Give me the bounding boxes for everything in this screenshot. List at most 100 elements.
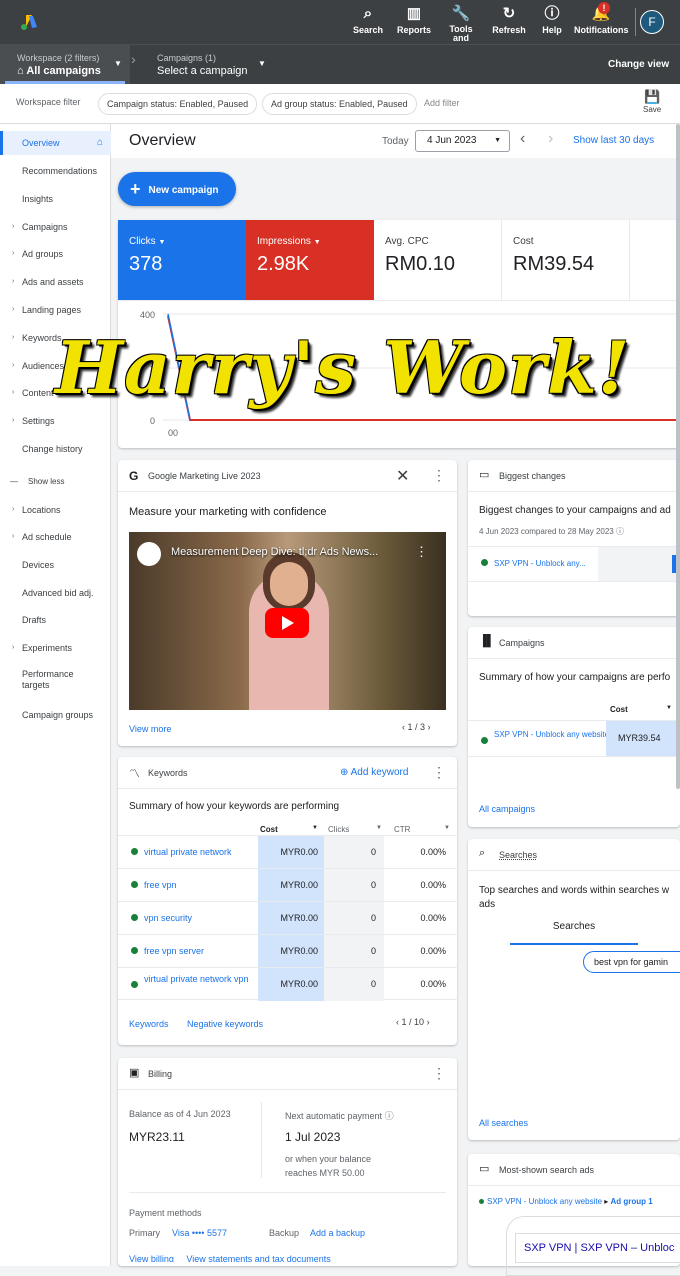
ad-group-status-chip[interactable]: Ad group status: Enabled, Paused bbox=[262, 93, 417, 115]
ad-headline[interactable]: SXP VPN | SXP VPN – Unbloc bbox=[515, 1233, 680, 1263]
more-vert-icon[interactable]: ⋮ bbox=[415, 544, 428, 560]
status-dot bbox=[481, 737, 488, 744]
search-button[interactable]: ⌕ Search bbox=[352, 5, 384, 35]
help-button[interactable]: ⓘ Help bbox=[540, 5, 564, 35]
new-campaign-button[interactable]: + New campaign bbox=[118, 172, 236, 206]
date-picker[interactable]: 4 Jun 2023 ▼ bbox=[415, 130, 510, 152]
notifications-button[interactable]: 🔔!Notifications bbox=[574, 2, 629, 35]
table-row[interactable]: free vpn MYR0.00 0 0.00% bbox=[118, 868, 458, 902]
google-g-icon: G bbox=[129, 469, 139, 483]
workspace-bar: Workspace (2 filters) ⌂ All campaigns ▼ … bbox=[0, 44, 680, 84]
biggest-change-row[interactable]: SXP VPN - Unblock any... bbox=[468, 546, 680, 582]
more-vert-icon[interactable]: ⋮ bbox=[432, 1065, 446, 1082]
dropdown-arrow-icon: ▼ bbox=[158, 239, 166, 246]
sidebar-item-devices[interactable]: Devices bbox=[0, 553, 111, 577]
tab-searches[interactable]: Searches bbox=[510, 921, 638, 945]
expand-arrow-icon: › bbox=[12, 334, 15, 341]
sidebar-item-campaigns[interactable]: › Campaigns bbox=[0, 215, 111, 239]
home-icon: ⌂ bbox=[96, 137, 103, 148]
next-period-button[interactable]: › bbox=[548, 130, 553, 148]
divider bbox=[118, 1089, 457, 1090]
sidebar-item-landing-pages[interactable]: › Landing pages bbox=[0, 298, 111, 322]
campaign-selector[interactable]: Campaigns (1) Select a campaign ▼ bbox=[150, 45, 270, 84]
prev-period-button[interactable]: ‹ bbox=[520, 130, 525, 148]
sidebar-item-drafts[interactable]: Drafts bbox=[0, 608, 111, 632]
save-button[interactable]: 💾 Save bbox=[643, 89, 661, 114]
keywords-pager[interactable]: ‹ 1 / 10 › bbox=[396, 1017, 430, 1027]
workspace-selector[interactable]: Workspace (2 filters) ⌂ All campaigns ▼ bbox=[0, 45, 130, 84]
table-row[interactable]: virtual private network vpn MYR0.00 0 0.00% bbox=[118, 967, 458, 1001]
table-row[interactable]: vpn security MYR0.00 0 0.00% bbox=[118, 901, 458, 935]
view-more-link[interactable]: View more bbox=[129, 724, 171, 734]
add-keyword-button[interactable]: ⊕ Add keyword bbox=[340, 767, 408, 778]
scrollbar[interactable] bbox=[676, 124, 680, 789]
sidebar-item-insights[interactable]: Insights bbox=[0, 187, 111, 211]
bar-chart-icon: ▐▌ bbox=[479, 635, 495, 647]
refresh-button[interactable]: ↻ Refresh bbox=[491, 5, 527, 35]
divider bbox=[118, 300, 680, 301]
expand-arrow-icon: › bbox=[12, 306, 15, 313]
all-campaigns-link[interactable]: All campaigns bbox=[479, 804, 535, 814]
video-player[interactable]: Measurement Deep Dive: tl;dr Ads News...… bbox=[129, 532, 446, 710]
sidebar-item-ad-schedule[interactable]: › Ad schedule bbox=[0, 525, 111, 549]
clicks-column-header[interactable]: Clicks ▼ bbox=[328, 825, 384, 834]
negative-keywords-link[interactable]: Negative keywords bbox=[187, 1019, 263, 1029]
table-row[interactable]: free vpn server MYR0.00 0 0.00% bbox=[118, 934, 458, 968]
more-vert-icon[interactable]: ⋮ bbox=[432, 467, 446, 484]
y-tick-label: 400 bbox=[140, 310, 155, 320]
search-term-chip[interactable]: best vpn for gamin bbox=[583, 951, 680, 973]
cost-column-header[interactable]: Cost ▼ bbox=[610, 705, 680, 714]
dropdown-arrow-icon: ▼ bbox=[114, 59, 122, 68]
sidebar-item-campaign-groups[interactable]: Campaign groups bbox=[0, 703, 111, 727]
sidebar-item-bid-adj[interactable]: Advanced bid adj. bbox=[0, 581, 111, 605]
metric-impressions[interactable]: Impressions ▼ 2.98K bbox=[246, 220, 374, 300]
date-range-link[interactable]: Show last 30 days bbox=[573, 135, 654, 146]
add-backup-link[interactable]: Add a backup bbox=[310, 1228, 365, 1238]
close-icon[interactable]: ✕ bbox=[396, 466, 409, 486]
biggest-changes-icon: ▭ bbox=[479, 469, 490, 481]
billing-links[interactable]: View billing View statements and tax doc… bbox=[129, 1254, 331, 1262]
play-button[interactable] bbox=[265, 608, 309, 638]
google-ads-logo[interactable] bbox=[20, 13, 38, 31]
divider bbox=[468, 1185, 680, 1186]
sidebar-item-recommendations[interactable]: Recommendations bbox=[0, 159, 111, 183]
sidebar-item-locations[interactable]: › Locations bbox=[0, 498, 111, 522]
campaign-status-chip[interactable]: Campaign status: Enabled, Paused bbox=[98, 93, 258, 115]
sidebar-item-overview[interactable]: Overview ⌂ bbox=[0, 131, 111, 155]
more-vert-icon[interactable]: ⋮ bbox=[432, 764, 446, 781]
all-searches-link[interactable]: All searches bbox=[479, 1118, 528, 1128]
sidebar-item-settings[interactable]: › Settings bbox=[0, 409, 111, 433]
table-row[interactable]: virtual private network MYR0.00 0 0.00% bbox=[118, 835, 458, 869]
status-dot bbox=[131, 981, 138, 988]
reports-button[interactable]: ▥ Reports bbox=[396, 5, 432, 35]
next-payment-date: 1 Jul 2023 bbox=[285, 1130, 341, 1144]
metric-clicks[interactable]: Clicks ▼ 378 bbox=[118, 220, 246, 300]
sidebar-item-ad-groups[interactable]: › Ad groups bbox=[0, 242, 111, 266]
sidebar-item-ads-assets[interactable]: › Ads and assets bbox=[0, 270, 111, 294]
x-tick-label: 00 bbox=[168, 428, 178, 438]
account-avatar[interactable]: F bbox=[640, 10, 664, 34]
metric-avg-cpc[interactable]: Avg. CPC RM0.10 bbox=[374, 220, 502, 300]
sidebar-item-change-history[interactable]: Change history bbox=[0, 437, 111, 461]
chevron-right-icon: › bbox=[131, 51, 136, 67]
divider bbox=[468, 870, 680, 871]
show-less-toggle[interactable]: — Show less bbox=[0, 470, 111, 494]
info-icon: ⓘ bbox=[616, 527, 624, 536]
tools-button[interactable]: 🔧 Tools and bbox=[446, 5, 476, 43]
change-view-button[interactable]: Change view bbox=[608, 59, 669, 70]
play-icon bbox=[282, 616, 294, 630]
campaign-row[interactable]: SXP VPN - Unblock any website MYR39.54 bbox=[468, 720, 680, 757]
add-circle-icon: ⊕ bbox=[340, 767, 349, 778]
ad-breadcrumb[interactable]: SXP VPN - Unblock any website ▸ Ad group… bbox=[479, 1197, 653, 1206]
search-icon: ⌕ bbox=[479, 847, 486, 859]
dropdown-arrow-icon: ▼ bbox=[494, 137, 501, 144]
sidebar-item-experiments[interactable]: › Experiments bbox=[0, 636, 111, 660]
gml-pager[interactable]: ‹ 1 / 3 › bbox=[402, 722, 431, 732]
ctr-column-header[interactable]: CTR ▼ bbox=[394, 825, 452, 834]
add-filter-button[interactable]: Add filter bbox=[424, 98, 460, 108]
cost-column-header[interactable]: Cost ▼ bbox=[260, 825, 320, 834]
primary-payment-link[interactable]: Visa •••• 5577 bbox=[172, 1228, 227, 1238]
metric-cost[interactable]: Cost RM39.54 bbox=[502, 220, 630, 300]
sidebar-item-performance-targets[interactable]: Performance targets bbox=[0, 669, 90, 693]
keywords-link[interactable]: Keywords bbox=[129, 1019, 169, 1029]
